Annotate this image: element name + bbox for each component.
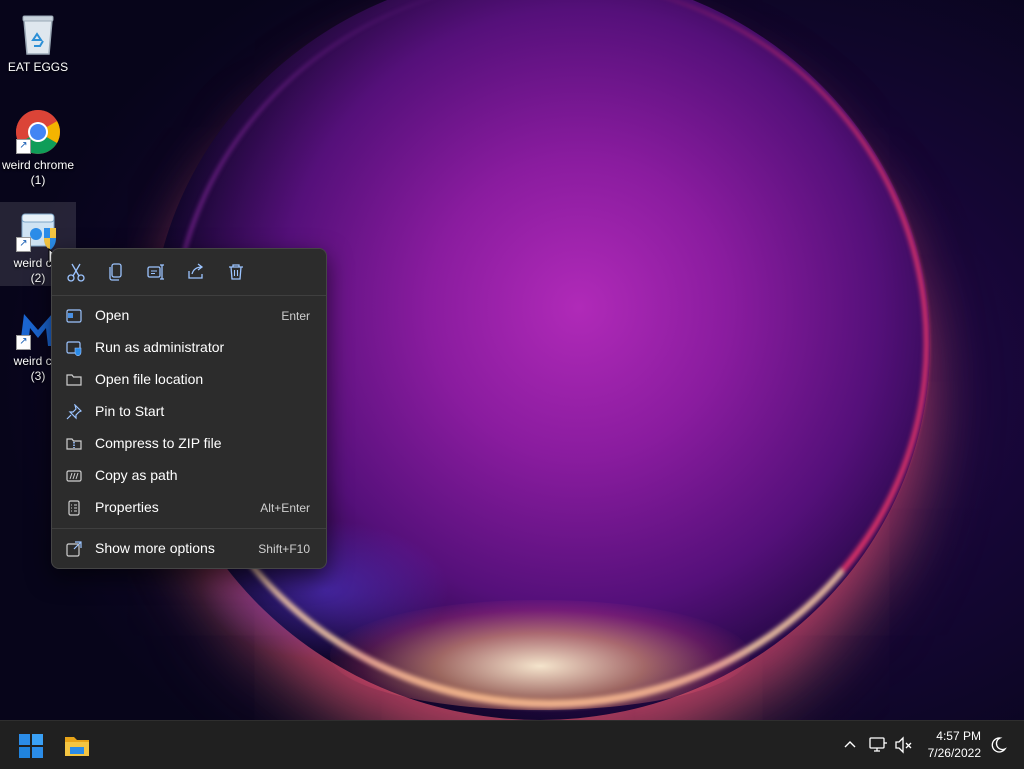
- menu-item-properties[interactable]: Properties Alt+Enter: [58, 493, 320, 523]
- share-button[interactable]: [183, 259, 209, 285]
- folder-icon: [66, 374, 82, 386]
- properties-icon: [68, 500, 80, 516]
- menu-item-show-more-options[interactable]: Show more options Shift+F10: [58, 534, 320, 564]
- menu-item-copy-as-path[interactable]: Copy as path: [58, 461, 320, 491]
- desktop-icon-recycle-bin[interactable]: EAT EGGS: [0, 6, 76, 76]
- focus-assist-button[interactable]: [988, 735, 1008, 755]
- clock-time[interactable]: 4:57 PM: [900, 729, 981, 743]
- menu-separator: [52, 528, 326, 529]
- menu-item-open-file-location[interactable]: Open file location: [58, 365, 320, 395]
- menu-item-pin-to-start[interactable]: Pin to Start: [58, 397, 320, 427]
- pin-icon: [66, 404, 82, 420]
- menu-item-compress-to-zip[interactable]: Compress to ZIP file: [58, 429, 320, 459]
- network-icon: [869, 737, 887, 752]
- rename-icon: [147, 264, 164, 280]
- file-explorer-icon: [65, 737, 89, 756]
- menu-item-label: Open file location: [95, 371, 204, 387]
- menu-item-label: Copy as path: [95, 467, 178, 483]
- shortcut-arrow-icon: ↗: [16, 335, 31, 350]
- cut-icon: [67, 263, 85, 282]
- open-icon: [66, 309, 82, 323]
- show-hidden-icons-button[interactable]: [841, 736, 859, 754]
- menu-item-label: Pin to Start: [95, 403, 165, 419]
- shortcut-arrow-icon: ↗: [16, 139, 31, 154]
- chevron-up-icon: [844, 741, 856, 748]
- share-icon: [188, 263, 204, 279]
- windows-logo-icon: [19, 734, 43, 758]
- start-button[interactable]: [18, 733, 44, 759]
- more-options-icon: [66, 541, 82, 557]
- shortcut-arrow-icon: ↗: [16, 237, 31, 252]
- desktop-icon-sublabel: (1): [30, 173, 46, 187]
- delete-button[interactable]: [223, 259, 249, 285]
- menu-item-label: Properties: [95, 499, 159, 515]
- copy-button[interactable]: [103, 259, 129, 285]
- copy-path-icon: [66, 470, 82, 482]
- delete-icon: [229, 264, 243, 280]
- taskbar: 4:57 PM 7/26/2022: [0, 720, 1024, 769]
- menu-item-open[interactable]: Open Enter: [58, 301, 320, 331]
- rename-button[interactable]: [143, 259, 169, 285]
- cut-button[interactable]: [63, 259, 89, 285]
- zip-icon: [66, 438, 82, 450]
- moon-icon: [991, 737, 1007, 753]
- menu-item-shortcut: Shift+F10: [258, 542, 310, 556]
- network-button[interactable]: [868, 735, 888, 755]
- desktop-icon-label: weird chrome: [1, 158, 75, 172]
- context-menu: Open Enter Run as administrator Open fil…: [51, 248, 327, 569]
- copy-icon: [109, 263, 122, 281]
- menu-item-label: Compress to ZIP file: [95, 435, 222, 451]
- context-menu-toolbar: [52, 249, 326, 296]
- installer-icon: ↗: [14, 206, 62, 254]
- clock-date[interactable]: 7/26/2022: [900, 746, 981, 760]
- wallpaper-flare: [330, 600, 750, 710]
- menu-item-label: Open: [95, 307, 130, 323]
- menu-item-label: Run as administrator: [95, 339, 225, 355]
- menu-item-shortcut: Enter: [281, 309, 310, 323]
- desktop-icon-weird-chrome-1[interactable]: ↗ weird chrome (1): [0, 104, 76, 188]
- chrome-icon: ↗: [14, 108, 62, 156]
- menu-item-run-as-administrator[interactable]: Run as administrator: [58, 333, 320, 363]
- recycle-bin-icon: [14, 10, 62, 58]
- menu-item-label: Show more options: [95, 540, 215, 556]
- file-explorer-button[interactable]: [63, 733, 91, 759]
- menu-item-shortcut: Alt+Enter: [260, 501, 310, 515]
- desktop-icon-label: EAT EGGS: [7, 60, 69, 74]
- run-as-admin-icon: [66, 341, 82, 356]
